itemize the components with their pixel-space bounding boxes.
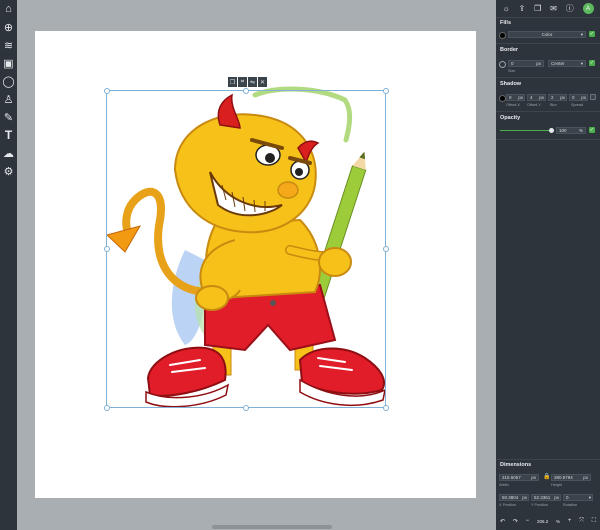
resize-handle[interactable]: [243, 88, 249, 94]
shadow-offset-y-label: Offset-Y: [527, 103, 541, 107]
chevron-down-icon: ▾: [580, 31, 583, 37]
width-input[interactable]: 315.6057 px: [499, 474, 539, 481]
shadow-spread-label: Spread: [571, 103, 584, 107]
shadow-spread-input[interactable]: 0 px: [569, 94, 588, 101]
fullscreen-icon[interactable]: ⛶: [592, 518, 596, 525]
shadow-blur-input[interactable]: 2 px: [548, 94, 567, 101]
border-enabled-checkbox[interactable]: ✓: [589, 60, 595, 66]
opacity-slider[interactable]: [500, 130, 552, 131]
bottom-bar: ↶ ↷ − 206.2 % + ⤧ ⛶: [496, 514, 600, 528]
shadow-blur-label: Blur: [550, 103, 557, 107]
y-position-input[interactable]: 52.3361 px: [531, 494, 561, 501]
zoom-out-button[interactable]: −: [526, 518, 530, 524]
height-input[interactable]: 380.5794 px: [551, 474, 591, 481]
resize-handle[interactable]: [104, 405, 110, 411]
fill-color-swatch[interactable]: [499, 32, 506, 39]
resize-handle[interactable]: [383, 405, 389, 411]
fit-screen-icon[interactable]: ⤧: [579, 518, 584, 525]
opacity-input[interactable]: 100 %: [556, 127, 586, 134]
shadow-offset-x-label: Offset-X: [506, 103, 520, 107]
document-icon[interactable]: ❐: [534, 4, 541, 13]
zoom-in-button[interactable]: +: [568, 518, 572, 524]
selection-toolbar: ❐ ⌗ ⇋ ✕: [228, 77, 267, 87]
border-size-input[interactable]: 0 px: [508, 60, 544, 67]
shadow-title: Shadow: [500, 81, 522, 87]
opacity-title: Opacity: [500, 115, 521, 121]
fill-enabled-checkbox[interactable]: ✓: [589, 31, 595, 37]
resize-handle[interactable]: [104, 246, 110, 252]
border-size-label: Size: [508, 69, 516, 73]
shadow-enabled-checkbox[interactable]: [590, 94, 596, 100]
duplicate-icon[interactable]: ❐: [228, 77, 237, 87]
properties-panel: ☼ ⇪ ❐ ✉ ⓘ A Fills Color ▾ ✓ Border 0 px …: [496, 0, 600, 530]
shadow-offset-x-input[interactable]: 0 px: [506, 94, 525, 101]
selection-box[interactable]: [106, 90, 386, 408]
lock-icon[interactable]: 🔒: [543, 473, 550, 480]
border-color-swatch[interactable]: [499, 61, 506, 68]
x-position-input[interactable]: 50.3804 px: [499, 494, 529, 501]
height-label: Height: [551, 483, 562, 487]
chevron-down-icon: ▾: [588, 494, 591, 500]
fill-type-select[interactable]: Color ▾: [508, 31, 586, 38]
undo-icon[interactable]: ↶: [500, 518, 505, 525]
shadow-offset-y-input[interactable]: 4 px: [527, 94, 546, 101]
dimensions-title: Dimensions: [500, 462, 532, 468]
rotation-label: Rotation: [563, 503, 578, 507]
resize-handle[interactable]: [104, 88, 110, 94]
chevron-down-icon: ▾: [580, 60, 583, 66]
panel-header: ☼ ⇪ ❐ ✉ ⓘ A: [496, 0, 600, 18]
fill-type-value: Color: [541, 32, 553, 37]
width-label: Width: [499, 483, 509, 487]
rotation-input[interactable]: 0 ▾: [563, 494, 593, 501]
opacity-slider-handle[interactable]: [549, 128, 554, 133]
avatar[interactable]: A: [582, 3, 594, 14]
resize-handle[interactable]: [383, 246, 389, 252]
zoom-unit: %: [556, 518, 561, 524]
export-icon[interactable]: ⇪: [519, 4, 526, 13]
resize-handle[interactable]: [243, 405, 249, 411]
delete-icon[interactable]: ✕: [258, 77, 267, 87]
y-position-label: Y Position: [531, 503, 549, 507]
crop-icon[interactable]: ⌗: [238, 77, 247, 87]
x-position-label: X Position: [499, 503, 517, 507]
resize-handle[interactable]: [383, 88, 389, 94]
comment-icon[interactable]: ✉: [550, 4, 557, 13]
info-icon[interactable]: ⓘ: [566, 3, 574, 14]
opacity-enabled-checkbox[interactable]: ✓: [589, 127, 595, 133]
redo-icon[interactable]: ↷: [513, 518, 518, 525]
flip-icon[interactable]: ⇋: [248, 77, 257, 87]
effects-icon[interactable]: ☼: [502, 4, 509, 13]
shadow-color-swatch[interactable]: [499, 95, 506, 102]
fills-title: Fills: [500, 20, 512, 26]
border-title: Border: [500, 47, 519, 53]
zoom-level[interactable]: 206.2: [537, 519, 548, 524]
border-style-select[interactable]: Center ▾: [548, 60, 586, 67]
